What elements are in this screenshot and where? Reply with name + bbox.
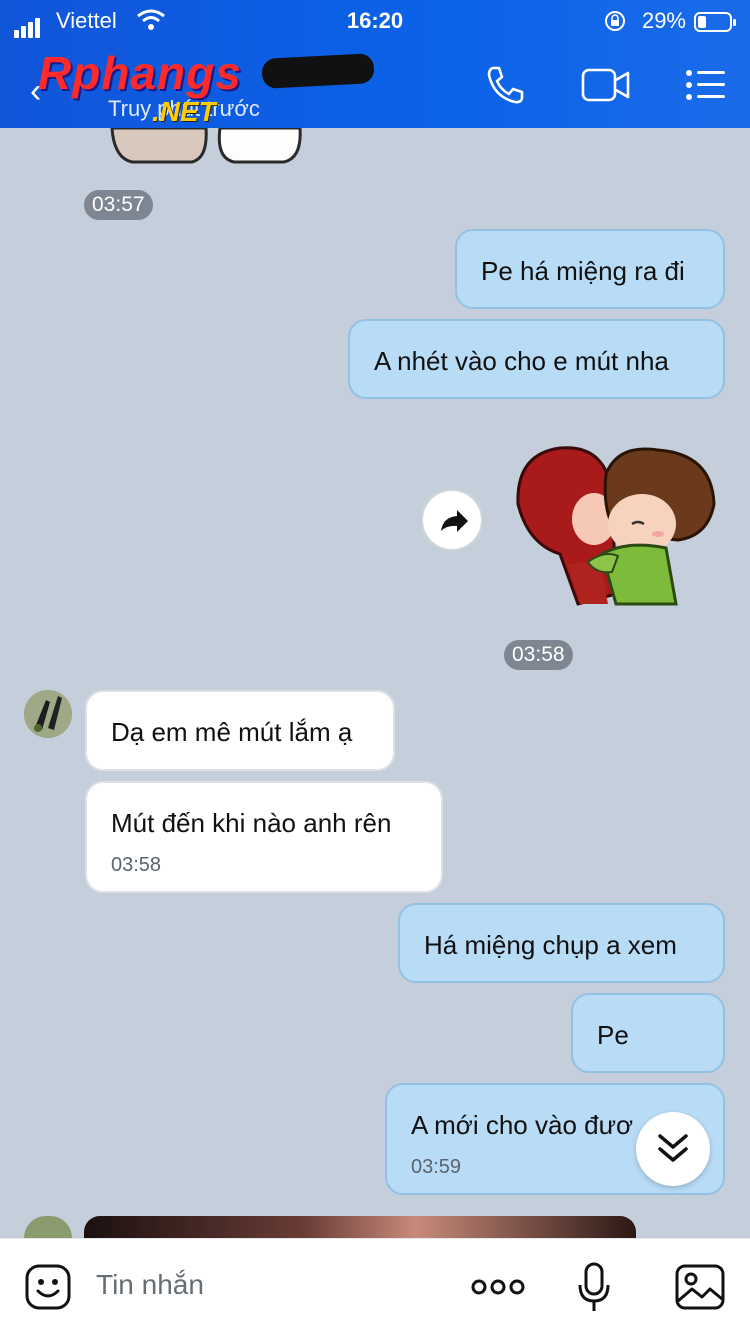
message-time: 03:58	[111, 854, 162, 876]
status-time: 16:20	[346, 8, 404, 33]
timestamp-pill: 03:58	[504, 640, 573, 670]
name-redaction-scribble	[261, 53, 375, 89]
message-text: Mút đến khi nào anh rên	[111, 808, 392, 838]
message-bubble-out[interactable]: Pe há miệng ra đi	[455, 229, 725, 309]
scroll-to-bottom-button[interactable]	[636, 1112, 710, 1186]
battery-percent: 29%	[641, 8, 686, 33]
emoji-icon[interactable]	[24, 1263, 72, 1311]
battery-icon	[694, 12, 736, 32]
phone-icon[interactable]	[484, 64, 526, 106]
kiss-sticker[interactable]	[508, 444, 722, 610]
timestamp-pill: 03:57	[84, 190, 153, 220]
video-camera-icon[interactable]	[580, 64, 632, 106]
message-time: 03:59	[411, 1156, 462, 1178]
forward-button[interactable]	[421, 489, 483, 551]
contact-avatar[interactable]	[24, 1216, 72, 1238]
double-chevron-down-icon	[658, 1134, 688, 1162]
sticker-partial	[108, 128, 304, 166]
image-icon[interactable]	[674, 1263, 726, 1311]
status-bar: Viettel 16:20 29%	[0, 6, 750, 38]
watermark-logo: Rphangs	[38, 47, 242, 99]
more-dots-icon[interactable]	[470, 1275, 526, 1299]
message-bubble-in[interactable]: Dạ em mê mút lắm ạ	[85, 690, 395, 771]
message-bubble-out[interactable]: Pe	[571, 993, 725, 1073]
chat-header: Viettel 16:20 29% ‹ Truy phút trước Rpha…	[0, 0, 750, 128]
list-menu-icon[interactable]	[684, 64, 728, 106]
message-bubble-out[interactable]: Há miệng chụp a xem	[398, 903, 725, 983]
message-bubble-in[interactable]: Mút đến khi nào anh rên 03:58	[85, 781, 443, 893]
microphone-icon[interactable]	[576, 1261, 612, 1313]
rotation-lock-icon	[605, 11, 625, 31]
contact-avatar[interactable]	[24, 690, 72, 738]
message-input[interactable]: Tin nhắn	[96, 1269, 204, 1301]
message-text: A mới cho vào đươ	[411, 1110, 634, 1140]
message-input-bar: Tin nhắn	[0, 1238, 750, 1334]
watermark-logo-sub: .NET	[152, 96, 216, 127]
message-bubble-out[interactable]: A nhét vào cho e mút nha	[348, 319, 725, 399]
